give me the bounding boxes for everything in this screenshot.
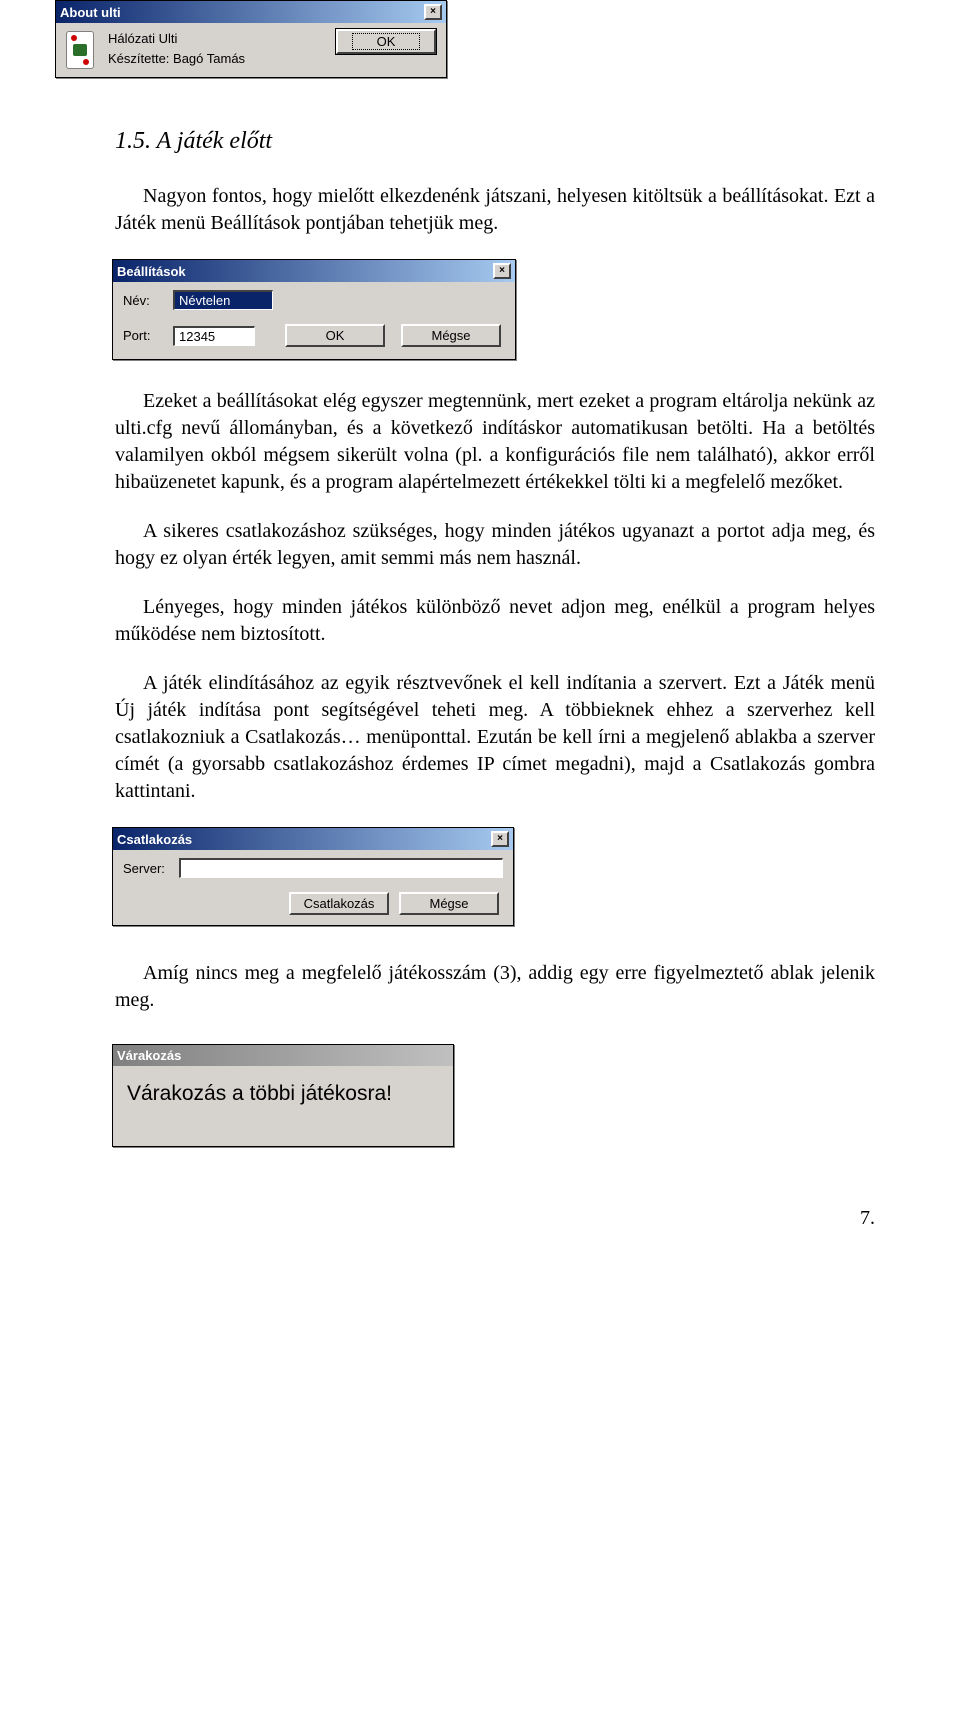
wait-titlebar: Várakozás [113, 1045, 453, 1066]
app-icon [66, 31, 94, 69]
settings-title: Beállítások [117, 264, 186, 279]
close-icon[interactable]: × [493, 263, 511, 279]
port-input[interactable]: 12345 [173, 326, 255, 346]
about-titlebar: About ulti × [56, 1, 446, 23]
close-icon[interactable]: × [491, 831, 509, 847]
section-heading: 1.5. A játék előtt [115, 128, 875, 155]
paragraph: Ezeket a beállításokat elég egyszer megt… [115, 388, 875, 496]
cancel-button[interactable]: Mégse [401, 324, 501, 347]
connect-dialog: Csatlakozás × Server: Csatlakozás Mégse [112, 827, 514, 926]
server-input[interactable] [179, 858, 503, 878]
paragraph: Nagyon fontos, hogy mielőtt elkezdenénk … [115, 183, 875, 237]
port-label: Port: [123, 328, 173, 343]
connect-button[interactable]: Csatlakozás [289, 892, 389, 915]
page-number: 7. [115, 1207, 875, 1230]
paragraph: Amíg nincs meg a megfelelő játékosszám (… [115, 960, 875, 1014]
about-title: About ulti [60, 5, 121, 20]
connect-title: Csatlakozás [117, 832, 192, 847]
name-label: Név: [123, 293, 173, 308]
about-dialog: About ulti × Hálózati Ulti Készítette: B… [55, 0, 447, 78]
name-input[interactable]: Névtelen [173, 290, 273, 310]
connect-titlebar: Csatlakozás × [113, 828, 513, 850]
ok-button[interactable]: OK [285, 324, 385, 347]
about-line2: Készítette: Bagó Tamás [108, 49, 336, 69]
about-line1: Hálózati Ulti [108, 29, 336, 49]
paragraph: Lényeges, hogy minden játékos különböző … [115, 594, 875, 648]
cancel-button[interactable]: Mégse [399, 892, 499, 915]
wait-dialog: Várakozás Várakozás a többi játékosra! [112, 1044, 454, 1147]
wait-message: Várakozás a többi játékosra! [113, 1066, 453, 1146]
wait-title: Várakozás [117, 1048, 181, 1063]
server-label: Server: [123, 861, 179, 876]
settings-dialog: Beállítások × Név: Névtelen Port: 12345 … [112, 259, 516, 360]
ok-button[interactable]: OK [336, 29, 436, 54]
close-icon[interactable]: × [424, 4, 442, 20]
paragraph: A sikeres csatlakozáshoz szükséges, hogy… [115, 518, 875, 572]
settings-titlebar: Beállítások × [113, 260, 515, 282]
paragraph: A játék elindításához az egyik résztvevő… [115, 670, 875, 805]
